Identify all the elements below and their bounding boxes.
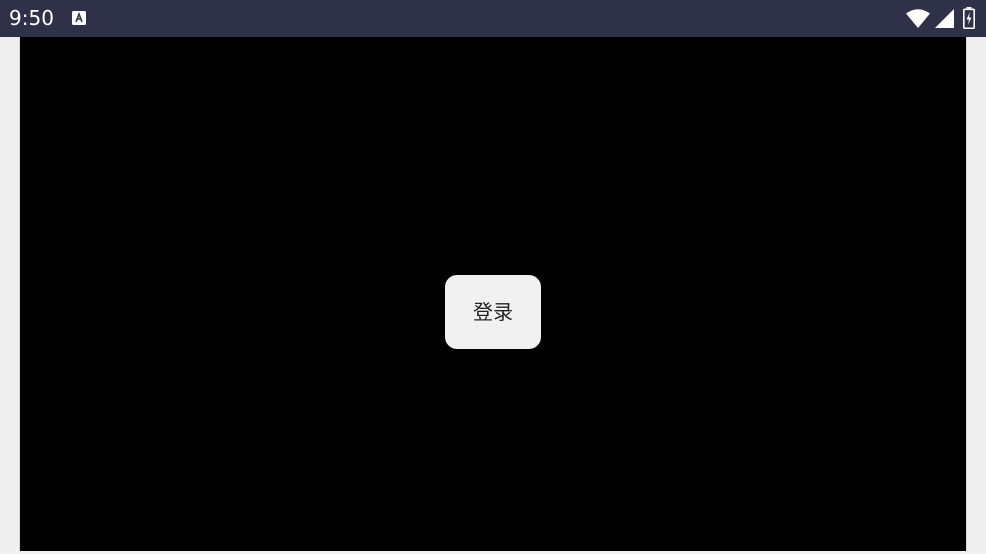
webview-content: 登录 xyxy=(20,37,966,551)
a-notification-icon xyxy=(72,11,86,25)
status-bar: 9:50 xyxy=(0,0,986,37)
battery-charging-icon xyxy=(963,7,975,29)
wifi-icon xyxy=(906,9,930,28)
right-screen-edge xyxy=(966,37,986,554)
left-screen-edge xyxy=(0,37,20,554)
cellular-signal-icon xyxy=(935,9,954,28)
login-button[interactable]: 登录 xyxy=(445,275,541,349)
app-screen: 9:50 登录 xyxy=(0,0,986,554)
status-time: 9:50 xyxy=(9,6,54,30)
